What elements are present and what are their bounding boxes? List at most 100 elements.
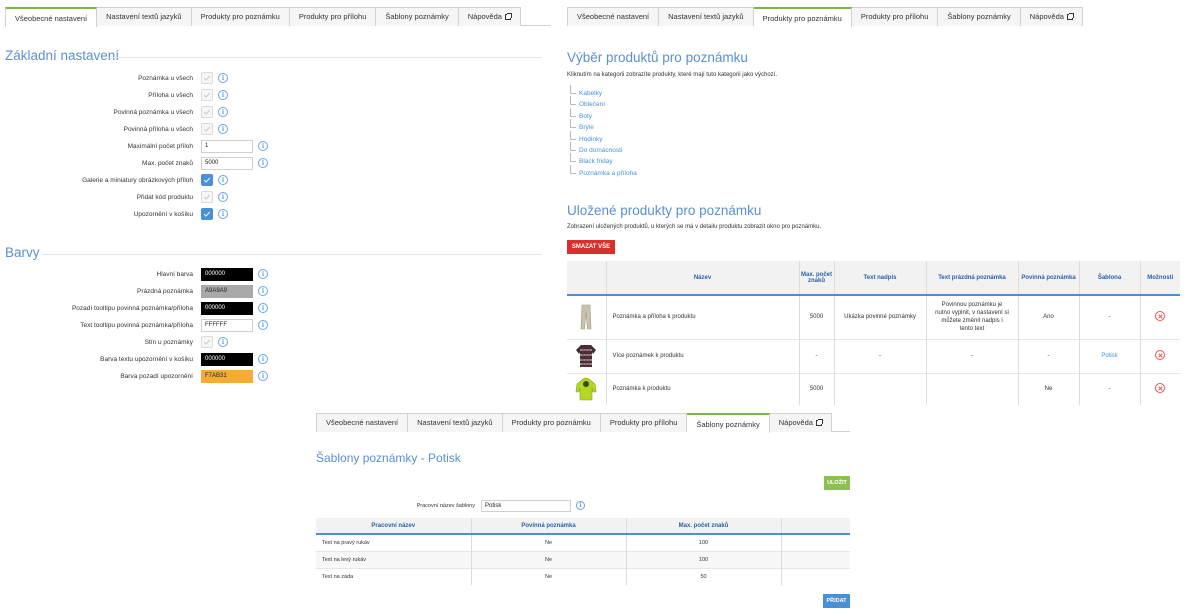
empty-text-cell: Povinnou poznámku je nutno vyplnit, v na…	[926, 294, 1019, 339]
checkbox[interactable]	[201, 336, 213, 348]
add-button[interactable]: PŘIDAT	[823, 594, 850, 608]
tab-note-templates[interactable]: Šablony poznámky	[687, 413, 770, 433]
info-icon[interactable]: i	[218, 175, 228, 185]
checkbox[interactable]	[201, 72, 213, 84]
divider	[42, 254, 542, 255]
category-link[interactable]: Boty	[569, 107, 592, 120]
color-input[interactable]: 000000	[201, 352, 253, 366]
options-cell	[1140, 338, 1180, 373]
form-row: Pozadí tooltipu povinná poznámka/příloha…	[5, 300, 305, 316]
tab-general-settings[interactable]: Všeobecné nastavení	[316, 413, 409, 432]
form-row: Upozornění v košíku i	[5, 206, 305, 222]
tab-products-attachment[interactable]: Produkty pro přílohu	[289, 7, 377, 26]
category-link[interactable]: Do domácnosti	[569, 142, 622, 154]
template-name-input[interactable]: Potisk	[481, 499, 571, 512]
category-link[interactable]: Brýle	[570, 119, 594, 131]
form-row: Prázdná poznámka A9A9A9 i	[5, 283, 305, 299]
info-icon[interactable]: i	[218, 107, 228, 117]
checkbox[interactable]	[201, 174, 213, 186]
column-header-max-chars: Max. počet znaků	[626, 518, 782, 535]
color-input[interactable]: FFFFFF	[201, 318, 253, 332]
info-icon[interactable]: i	[258, 286, 268, 296]
number-input[interactable]: 1	[201, 139, 253, 153]
tab-label: Nastavení textů jazyků	[417, 418, 493, 427]
column-header-max-chars: Max. počet znaků	[799, 261, 835, 296]
template-link[interactable]: Potisk	[1079, 338, 1141, 373]
tab-language-texts[interactable]: Nastavení textů jazyků	[408, 413, 503, 432]
check-icon	[203, 107, 211, 115]
info-icon[interactable]: i	[258, 354, 268, 364]
template-name-label: Pracovní název šablony	[416, 502, 475, 509]
info-icon[interactable]: i	[258, 269, 268, 279]
product-name: Poznámka k produktu	[606, 372, 800, 405]
tab-general-settings[interactable]: Všeobecné nastavení	[5, 7, 98, 27]
info-icon[interactable]: i	[218, 124, 228, 134]
check-icon	[203, 209, 211, 217]
color-input[interactable]: A9A9A9	[201, 284, 253, 298]
category-link[interactable]: Black friday	[570, 153, 613, 165]
tab-products-note[interactable]: Produkty pro poznámku	[753, 7, 852, 27]
info-icon[interactable]: i	[218, 90, 228, 100]
info-icon[interactable]: i	[576, 501, 585, 510]
tab-help[interactable]: Nápověda	[769, 413, 832, 432]
tab-note-templates[interactable]: Šablony poznámky	[376, 7, 459, 26]
tab-products-attachment[interactable]: Produkty pro přílohu	[851, 7, 939, 26]
checkbox[interactable]	[201, 208, 213, 220]
tab-note-templates[interactable]: Šablony poznámky	[938, 7, 1021, 26]
tab-help[interactable]: Nápověda	[1020, 7, 1083, 26]
info-icon[interactable]: i	[258, 303, 268, 313]
number-input[interactable]: 5000	[201, 156, 253, 170]
tab-help[interactable]: Nápověda	[458, 7, 521, 26]
tab-language-texts[interactable]: Nastavení textů jazyků	[97, 7, 192, 26]
tab-language-texts[interactable]: Nastavení textů jazyků	[659, 7, 754, 26]
category-link[interactable]: Oblečení	[569, 96, 605, 108]
product-select-title: Výběr produktů pro poznámku	[567, 50, 748, 65]
options-cell	[1140, 294, 1180, 339]
tab-products-note[interactable]: Produkty pro poznámku	[191, 7, 290, 26]
heading-text-cell: -	[834, 338, 927, 373]
color-input[interactable]: 000000	[201, 267, 253, 281]
field-label: Přidat kód produktu	[136, 193, 193, 201]
info-icon[interactable]: i	[218, 337, 228, 347]
info-icon[interactable]: i	[218, 192, 228, 202]
info-icon[interactable]: i	[258, 141, 268, 151]
tab-label: Nápověda	[467, 12, 502, 21]
column-header-required: Povinná poznámka	[471, 518, 627, 535]
info-icon[interactable]: i	[218, 73, 228, 83]
delete-icon[interactable]	[1155, 383, 1166, 394]
product-thumbnail-cell	[567, 372, 607, 405]
form-row: Přidat kód produktu i	[5, 189, 305, 205]
color-input[interactable]: F7AB31	[201, 369, 253, 383]
delete-icon[interactable]	[1155, 350, 1166, 360]
delete-all-button[interactable]: SMAZAT VŠE	[567, 240, 615, 254]
tab-general-settings[interactable]: Všeobecné nastavení	[567, 7, 660, 26]
checkbox[interactable]	[201, 106, 213, 118]
field-label: Stín u poznámky	[144, 338, 193, 346]
category-link[interactable]: Poznámka a příloha	[570, 164, 637, 177]
tab-products-attachment[interactable]: Produkty pro přílohu	[600, 413, 688, 432]
info-icon[interactable]: i	[218, 209, 228, 219]
left-tab-bar: Všeobecné nastavení Nastavení textů jazy…	[5, 7, 551, 27]
column-header-working-name: Pracovní název	[316, 518, 472, 535]
info-icon[interactable]: i	[258, 320, 268, 330]
product-thumbnail-cell	[567, 338, 607, 373]
save-button[interactable]: ULOŽIT	[824, 476, 850, 490]
tab-products-note[interactable]: Produkty pro poznámku	[502, 413, 601, 432]
info-icon[interactable]: i	[258, 158, 268, 168]
checkbox[interactable]	[201, 123, 213, 135]
color-input[interactable]: 000000	[201, 301, 253, 315]
category-link[interactable]: Hodinky	[569, 130, 602, 143]
tab-label: Produkty pro přílohu	[609, 418, 678, 427]
form-row: Povinná příloha u všech i	[5, 121, 305, 137]
category-link[interactable]: Kabelky	[569, 85, 602, 97]
field-actions	[781, 550, 850, 568]
category-tree: Kabelky Oblečení Boty Brýle Hodinky Do domácn…	[569, 85, 779, 180]
tab-label: Všeobecné nastavení	[326, 418, 399, 427]
checkbox[interactable]	[201, 89, 213, 101]
checkbox[interactable]	[201, 191, 213, 203]
bottom-tab-bar: Všeobecné nastavení Nastavení textů jazy…	[316, 413, 850, 433]
delete-icon[interactable]	[1155, 311, 1166, 322]
options-cell	[1140, 372, 1180, 405]
check-icon	[203, 192, 211, 200]
info-icon[interactable]: i	[258, 371, 268, 381]
